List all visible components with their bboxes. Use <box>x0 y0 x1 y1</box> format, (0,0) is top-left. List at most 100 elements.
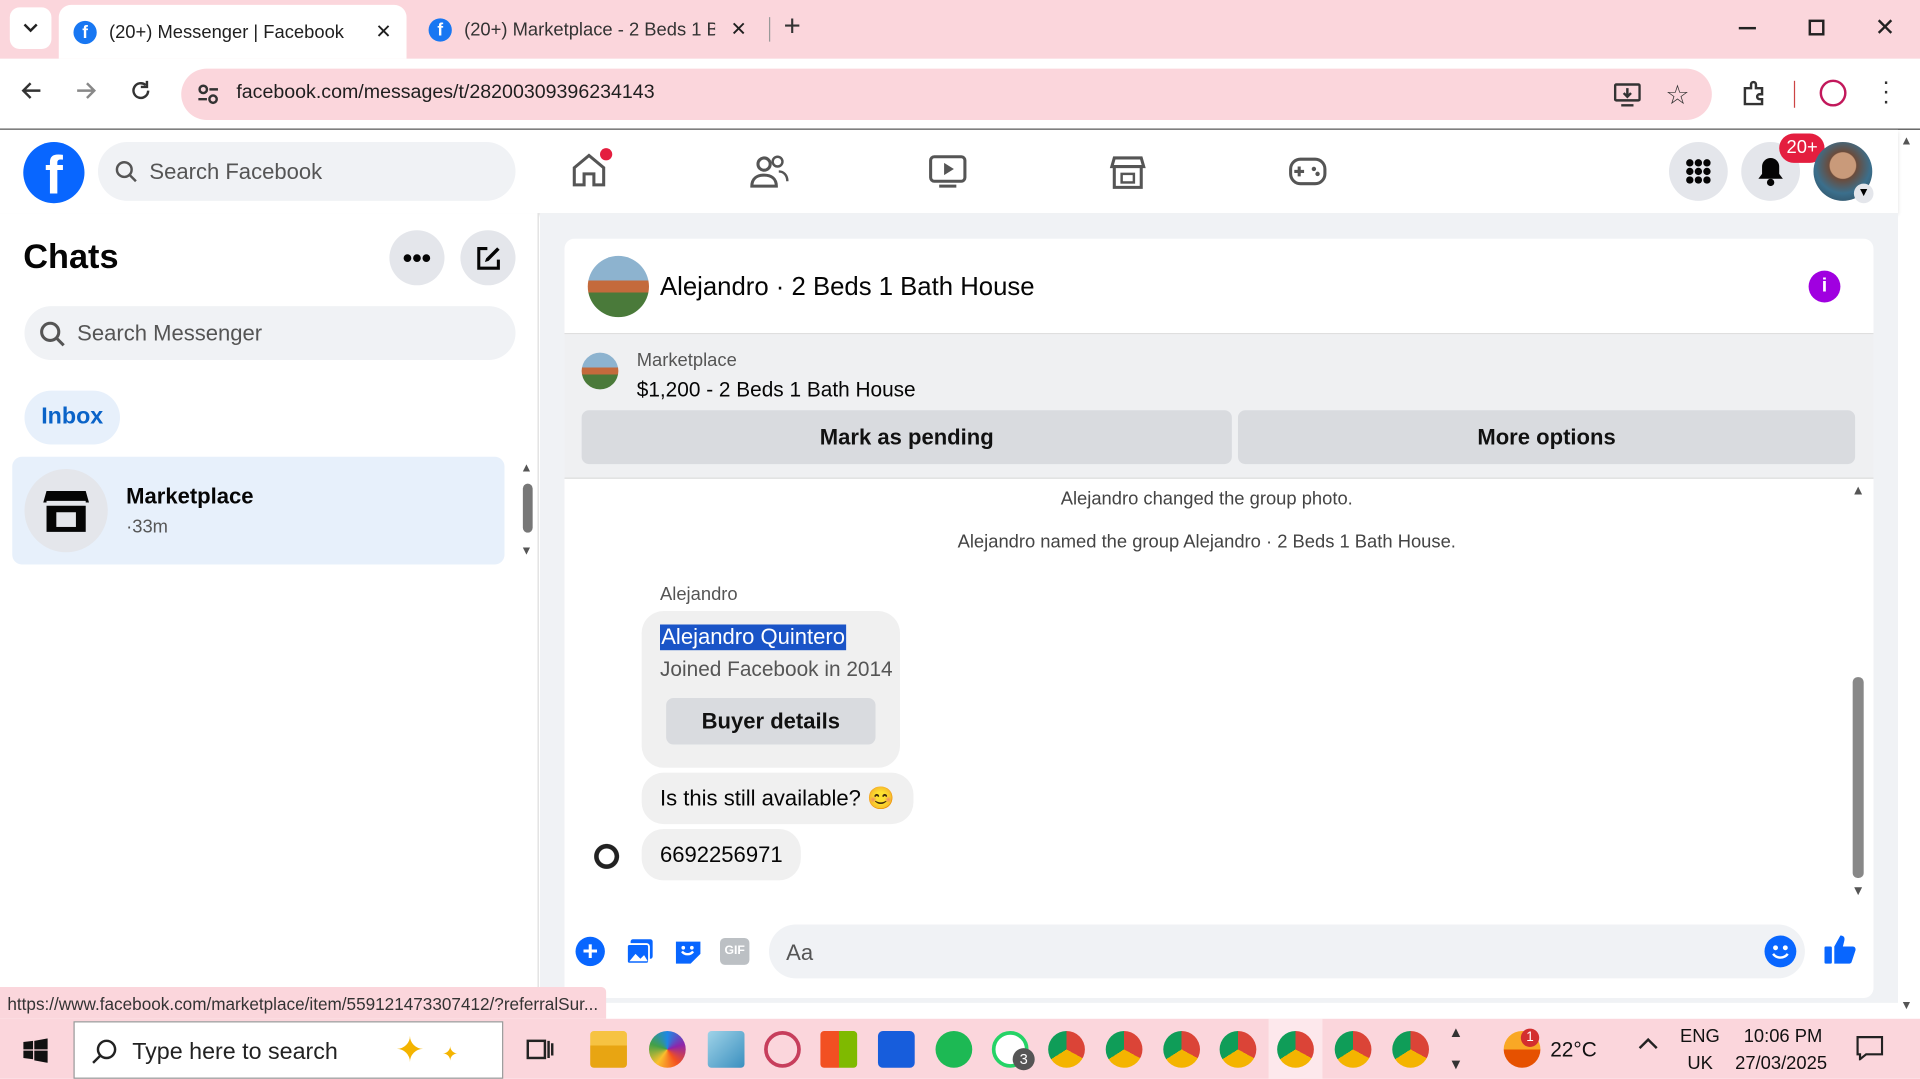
tab-messenger[interactable]: f (20+) Messenger | Facebook ✕ <box>58 4 407 59</box>
sidebar-scrollbar-thumb[interactable] <box>522 483 533 533</box>
gaming-icon[interactable] <box>1288 157 1327 186</box>
chat-scroll-up-icon[interactable]: ▲ <box>1851 484 1864 499</box>
thumbs-up-icon[interactable] <box>1823 932 1857 966</box>
new-tab-icon[interactable]: + <box>784 10 801 44</box>
chrome-profile-icon[interactable] <box>1392 1031 1429 1068</box>
search-placeholder: Search Facebook <box>149 159 323 184</box>
microsoft-store-icon[interactable] <box>820 1031 858 1068</box>
chat-options-button[interactable]: ••• <box>389 230 445 286</box>
inbox-filter-tab[interactable]: Inbox <box>24 390 121 445</box>
conversation-name: Marketplace <box>126 483 254 509</box>
close-tab-icon[interactable]: ✕ <box>731 17 747 41</box>
browser-menu-icon[interactable]: · · · <box>1882 70 1890 114</box>
more-options-button[interactable]: More options <box>1237 410 1856 465</box>
restore-window-icon[interactable] <box>1808 19 1825 36</box>
temperature[interactable]: 22°C <box>1550 1038 1597 1062</box>
close-tab-icon[interactable]: ✕ <box>375 20 391 44</box>
chat-title[interactable]: Alejandro · 2 Beds 1 Bath House <box>660 273 1035 302</box>
region-indicator[interactable]: UK <box>1687 1053 1713 1074</box>
marketplace-icon[interactable] <box>1109 154 1146 191</box>
link-status-url: https://www.facebook.com/marketplace/ite… <box>0 986 606 1019</box>
minimize-window-icon[interactable] <box>1738 26 1756 30</box>
listing-thumbnail[interactable] <box>581 352 619 390</box>
home-icon[interactable] <box>571 148 613 189</box>
chrome-profile-icon[interactable] <box>1277 1031 1314 1068</box>
spotify-icon[interactable] <box>935 1031 973 1068</box>
clock-date[interactable]: 27/03/2025 <box>1735 1053 1827 1074</box>
page-scroll-down-icon[interactable]: ▼ <box>1900 999 1912 1012</box>
conversation-item-marketplace[interactable]: Marketplace ·33m <box>12 456 505 565</box>
file-explorer-icon[interactable] <box>590 1031 627 1068</box>
copilot-icon[interactable] <box>648 1031 686 1068</box>
messenger-search-input[interactable]: Search Messenger <box>24 306 516 361</box>
chat-header: Alejandro · 2 Beds 1 Bath House i <box>564 239 1874 335</box>
group-photo-avatar[interactable] <box>587 255 649 318</box>
tab-marketplace[interactable]: f (20+) Marketplace - 2 Beds 1 Ba ✕ <box>414 0 762 59</box>
chrome-profile-icon[interactable] <box>1105 1031 1143 1068</box>
message-input[interactable]: Aa <box>768 924 1805 979</box>
sidebar-scroll-up-icon[interactable]: ▲ <box>520 462 532 475</box>
notification-center-icon[interactable] <box>1856 1036 1884 1061</box>
message-composer: + GIF Aa <box>564 915 1873 998</box>
menu-grid-icon[interactable] <box>1668 142 1728 201</box>
install-app-icon[interactable] <box>1613 82 1641 107</box>
buyer-name[interactable]: Alejandro Quintero <box>660 624 847 651</box>
toolbar-separator <box>1793 80 1796 108</box>
clock-time[interactable]: 10:06 PM <box>1744 1026 1823 1047</box>
listing-title[interactable]: $1,200 - 2 Beds 1 Bath House <box>637 378 916 402</box>
message-bubble: Is this still available? 😊 <box>641 772 913 825</box>
bitwarden-icon[interactable] <box>877 1031 915 1068</box>
chrome-icon[interactable] <box>1048 1031 1085 1068</box>
reload-icon[interactable] <box>129 78 153 102</box>
tab-list-dropdown-icon[interactable] <box>9 7 52 49</box>
weather-badge: 1 <box>1520 1028 1540 1047</box>
address-bar[interactable]: facebook.com/messages/t/2820030939623414… <box>181 68 1712 121</box>
mark-as-pending-button[interactable]: Mark as pending <box>581 410 1232 465</box>
buyer-joined-text: Joined Facebook in 2014 <box>660 657 893 681</box>
more-actions-plus-icon[interactable]: + <box>575 936 605 967</box>
facebook-logo-icon[interactable]: f <box>23 142 85 204</box>
attach-photo-icon[interactable] <box>626 937 655 966</box>
taskbar-scroll-up-icon[interactable]: ▲ <box>1449 1024 1464 1041</box>
emoji-icon[interactable] <box>1764 935 1797 968</box>
extensions-icon[interactable] <box>1741 80 1768 107</box>
marketplace-avatar <box>24 468 108 553</box>
language-indicator[interactable]: ENG <box>1680 1026 1720 1047</box>
sidebar-scroll-down-icon[interactable]: ▼ <box>520 545 532 558</box>
friends-icon[interactable] <box>749 154 789 188</box>
account-chevron-down-icon[interactable]: ▼ <box>1853 183 1874 204</box>
site-info-icon[interactable] <box>196 82 220 106</box>
profile-icon[interactable] <box>1819 79 1847 107</box>
conversation-info-icon[interactable]: i <box>1808 270 1841 303</box>
new-message-button[interactable] <box>460 230 516 286</box>
browser-toolbar: facebook.com/messages/t/2820030939623414… <box>0 58 1920 130</box>
show-hidden-icons-chevron-up-icon[interactable] <box>1637 1036 1659 1051</box>
gif-icon[interactable]: GIF <box>720 937 750 965</box>
browser-tab-bar: f (20+) Messenger | Facebook ✕ f (20+) M… <box>0 0 1920 59</box>
page-scroll-up-icon[interactable]: ▲ <box>1900 135 1912 148</box>
sticker-icon[interactable] <box>673 937 702 966</box>
chrome-profile-icon[interactable] <box>1219 1031 1257 1068</box>
chrome-profile-icon[interactable] <box>1334 1031 1372 1068</box>
back-icon[interactable] <box>20 78 44 102</box>
sender-avatar[interactable] <box>588 838 629 878</box>
windows-start-icon[interactable] <box>23 1038 48 1063</box>
forward-icon[interactable] <box>73 78 97 102</box>
facebook-search-input[interactable]: Search Facebook <box>97 142 516 201</box>
video-icon[interactable] <box>928 154 967 188</box>
close-window-icon[interactable]: ✕ <box>1875 12 1896 43</box>
search-icon <box>39 321 66 348</box>
chat-panel: Alejandro · 2 Beds 1 Bath House i Market… <box>540 213 1898 1003</box>
chat-scroll-down-icon[interactable]: ▼ <box>1851 884 1864 899</box>
chat-scrollbar-thumb[interactable] <box>1852 677 1864 878</box>
bookmark-star-icon[interactable]: ☆ <box>1665 80 1689 112</box>
buyer-details-button[interactable]: Buyer details <box>666 697 876 745</box>
conversation-time: ·33m <box>126 516 168 538</box>
taskbar-search-input[interactable]: Type here to search ✦ ✦ <box>73 1021 504 1079</box>
chrome-profile-icon[interactable] <box>1163 1031 1201 1068</box>
notes-app-icon[interactable] <box>707 1031 745 1068</box>
snipping-tool-icon[interactable] <box>764 1031 801 1068</box>
task-view-icon[interactable] <box>526 1036 554 1063</box>
taskbar-scroll-down-icon[interactable]: ▼ <box>1449 1056 1464 1073</box>
chats-sidebar: Chats ••• Search Messenger Inbox Marketp… <box>0 213 539 1003</box>
